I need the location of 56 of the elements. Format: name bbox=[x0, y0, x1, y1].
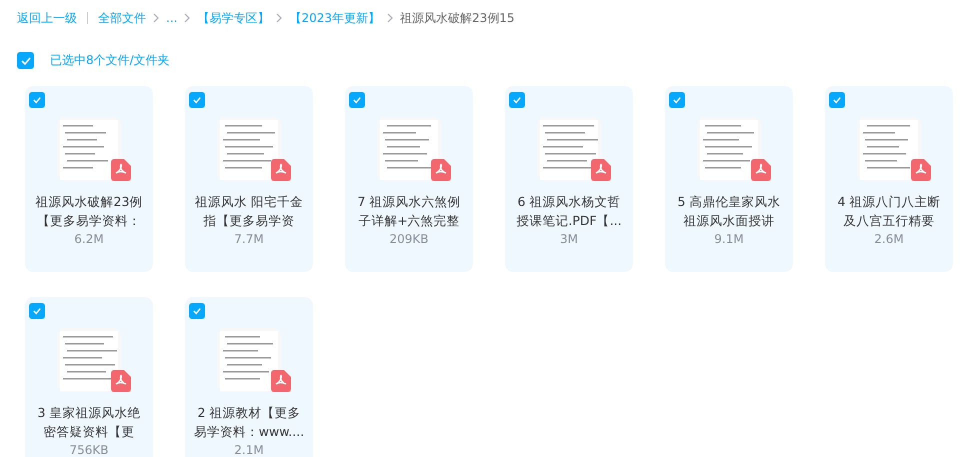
file-name: 6 祖源风水杨文哲 授课笔记.PDF【... bbox=[516, 193, 622, 230]
file-card[interactable]: 6 祖源风水杨文哲 授课笔记.PDF【... 3M bbox=[505, 86, 633, 272]
file-checkbox[interactable] bbox=[189, 92, 205, 108]
file-name: 7 祖源风水六煞例 子详解+六煞完整 bbox=[358, 193, 460, 230]
file-size: 9.1M bbox=[714, 232, 744, 246]
file-card[interactable]: 4 祖源八门八主断 及八宫五行精要 2.6M bbox=[825, 86, 953, 272]
check-icon bbox=[192, 307, 202, 315]
check-icon bbox=[352, 96, 362, 104]
pdf-icon bbox=[111, 370, 131, 392]
selection-count: 已选中8个文件/文件夹 bbox=[50, 52, 170, 69]
pdf-icon bbox=[751, 159, 771, 181]
select-all-checkbox[interactable] bbox=[17, 52, 34, 69]
file-checkbox[interactable] bbox=[189, 303, 205, 319]
file-name: 祖源风水破解23例 【更多易学资料： bbox=[36, 193, 142, 230]
file-size: 209KB bbox=[389, 232, 428, 246]
file-size: 2.1M bbox=[234, 443, 264, 457]
file-card[interactable]: 祖源风水 阳宅千金 指【更多易学资 7.7M bbox=[185, 86, 313, 272]
file-checkbox[interactable] bbox=[29, 303, 45, 319]
file-name: 4 祖源八门八主断 及八宫五行精要 bbox=[838, 193, 940, 230]
pdf-icon bbox=[111, 159, 131, 181]
file-card[interactable]: 祖源风水破解23例 【更多易学资料： 6.2M bbox=[25, 86, 153, 272]
file-checkbox[interactable] bbox=[509, 92, 525, 108]
pdf-icon bbox=[271, 159, 291, 181]
check-icon bbox=[20, 56, 32, 66]
check-icon bbox=[672, 96, 682, 104]
check-icon bbox=[192, 96, 202, 104]
file-name: 2 祖源教材【更多 易学资料：www.... bbox=[194, 404, 304, 441]
file-size: 3M bbox=[560, 232, 578, 246]
pdf-icon bbox=[431, 159, 451, 181]
check-icon bbox=[512, 96, 522, 104]
file-checkbox[interactable] bbox=[669, 92, 685, 108]
file-checkbox[interactable] bbox=[29, 92, 45, 108]
chevron-icon bbox=[183, 13, 192, 23]
check-icon bbox=[32, 307, 42, 315]
file-size: 2.6M bbox=[874, 232, 904, 246]
file-card[interactable]: 2 祖源教材【更多 易学资料：www.... 2.1M bbox=[185, 297, 313, 457]
file-name: 3 皇家祖源风水绝 密答疑资料【更 bbox=[38, 404, 140, 441]
chevron-icon bbox=[275, 13, 284, 23]
pdf-icon bbox=[911, 159, 931, 181]
check-icon bbox=[32, 96, 42, 104]
pdf-icon bbox=[271, 370, 291, 392]
file-name: 祖源风水 阳宅千金 指【更多易学资 bbox=[195, 193, 303, 230]
chevron-icon bbox=[386, 13, 394, 23]
file-checkbox[interactable] bbox=[349, 92, 365, 108]
file-size: 7.7M bbox=[234, 232, 264, 246]
file-checkbox[interactable] bbox=[829, 92, 845, 108]
pdf-icon bbox=[591, 159, 611, 181]
check-icon bbox=[832, 96, 842, 104]
file-size: 756KB bbox=[69, 443, 108, 457]
file-size: 6.2M bbox=[74, 232, 104, 246]
file-card[interactable]: 5 高鼎伦皇家风水 祖源风水面授讲 9.1M bbox=[665, 86, 793, 272]
file-card[interactable]: 3 皇家祖源风水绝 密答疑资料【更 756KB bbox=[25, 297, 153, 457]
file-card[interactable]: 7 祖源风水六煞例 子详解+六煞完整 209KB bbox=[345, 86, 473, 272]
chevron-icon bbox=[152, 13, 160, 23]
file-name: 5 高鼎伦皇家风水 祖源风水面授讲 bbox=[678, 193, 780, 230]
breadcrumb-item[interactable]: 祖源风水破解23例15 bbox=[400, 10, 515, 26]
